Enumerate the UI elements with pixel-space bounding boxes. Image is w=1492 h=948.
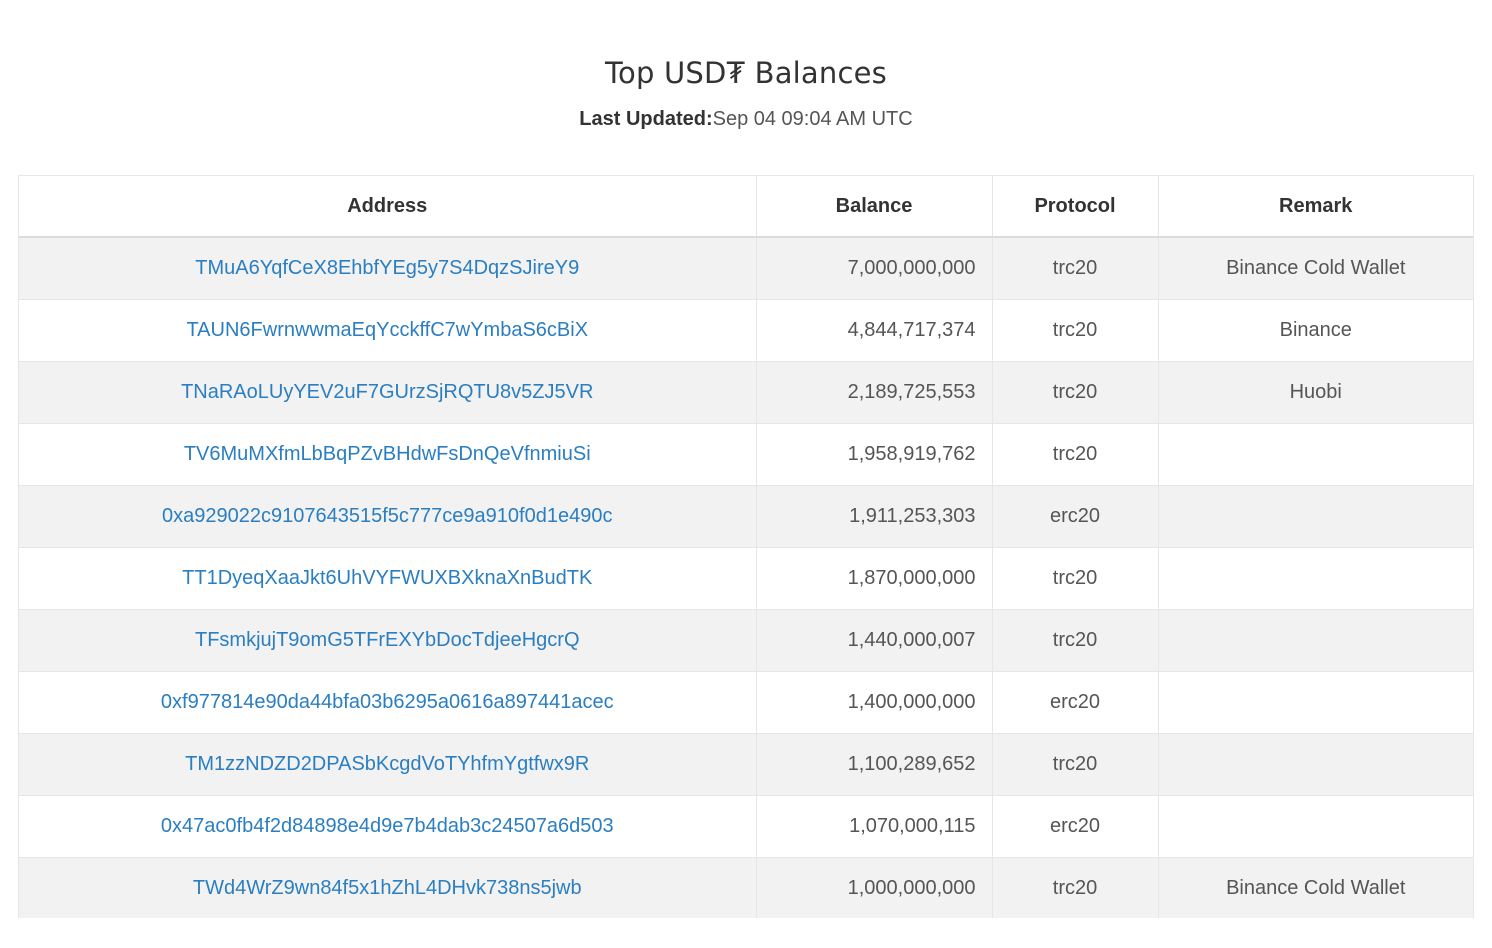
address-cell: TAUN6FwrnwwmaEqYcckffC7wYmbaS6cBiX — [19, 299, 757, 362]
balances-table: Address Balance Protocol Remark TMuA6Yqf… — [19, 176, 1473, 918]
balance-cell: 1,958,919,762 — [756, 423, 993, 486]
address-cell: TMuA6YqfCeX8EhbfYEg5y7S4DqzSJireY9 — [19, 237, 757, 300]
table-row: TM1zzNDZD2DPASbKcgdVoTYhfmYgtfwx9R 1,100… — [19, 733, 1473, 796]
table-row: TV6MuMXfmLbBqPZvBHdwFsDnQeVfnmiuSi 1,958… — [19, 423, 1473, 486]
balance-cell: 1,400,000,000 — [756, 671, 993, 734]
balance-cell: 4,844,717,374 — [756, 299, 993, 362]
balance-cell: 1,070,000,115 — [756, 795, 993, 858]
address-link[interactable]: TAUN6FwrnwwmaEqYcckffC7wYmbaS6cBiX — [186, 319, 588, 341]
address-cell: 0x47ac0fb4f2d84898e4d9e7b4dab3c24507a6d5… — [19, 795, 757, 858]
balances-table-container: Address Balance Protocol Remark TMuA6Yqf… — [18, 175, 1474, 918]
protocol-cell: erc20 — [992, 485, 1159, 548]
address-cell: TWd4WrZ9wn84f5x1hZhL4DHvk738ns5jwb — [19, 857, 757, 918]
last-updated-value: Sep 04 09:04 AM UTC — [712, 108, 913, 130]
remark-cell — [1158, 671, 1473, 734]
table-row: TNaRAoLUyYEV2uF7GUrzSjRQTU8v5ZJ5VR 2,189… — [19, 361, 1473, 424]
table-row: TT1DyeqXaaJkt6UhVYFWUXBXknaXnBudTK 1,870… — [19, 547, 1473, 610]
balance-cell: 1,000,000,000 — [756, 857, 993, 918]
protocol-cell: erc20 — [992, 795, 1159, 858]
balance-cell: 7,000,000,000 — [756, 237, 993, 300]
address-link[interactable]: TV6MuMXfmLbBqPZvBHdwFsDnQeVfnmiuSi — [184, 443, 591, 465]
address-cell: TFsmkjujT9omG5TFrEXYbDocTdjeeHgcrQ — [19, 609, 757, 672]
address-link[interactable]: 0xf977814e90da44bfa03b6295a0616a897441ac… — [161, 691, 614, 713]
table-row: TAUN6FwrnwwmaEqYcckffC7wYmbaS6cBiX 4,844… — [19, 299, 1473, 362]
address-link[interactable]: TM1zzNDZD2DPASbKcgdVoTYhfmYgtfwx9R — [185, 753, 589, 775]
balance-cell: 2,189,725,553 — [756, 361, 993, 424]
address-cell: TV6MuMXfmLbBqPZvBHdwFsDnQeVfnmiuSi — [19, 423, 757, 486]
balance-cell: 1,911,253,303 — [756, 485, 993, 548]
address-link[interactable]: 0xa929022c9107643515f5c777ce9a910f0d1e49… — [162, 505, 612, 527]
address-link[interactable]: 0x47ac0fb4f2d84898e4d9e7b4dab3c24507a6d5… — [161, 815, 614, 837]
protocol-cell: trc20 — [992, 237, 1159, 300]
protocol-cell: trc20 — [992, 733, 1159, 796]
column-header-protocol[interactable]: Protocol — [992, 176, 1159, 238]
remark-cell — [1158, 795, 1473, 858]
remark-cell: Binance Cold Wallet — [1158, 857, 1473, 918]
remark-cell — [1158, 609, 1473, 672]
protocol-cell: trc20 — [992, 299, 1159, 362]
last-updated: Last Updated:Sep 04 09:04 AM UTC — [0, 108, 1492, 131]
remark-cell — [1158, 423, 1473, 486]
column-header-remark[interactable]: Remark — [1158, 176, 1473, 238]
protocol-cell: trc20 — [992, 857, 1159, 918]
table-row: 0xa929022c9107643515f5c777ce9a910f0d1e49… — [19, 485, 1473, 548]
remark-cell — [1158, 485, 1473, 548]
page-title: Top USD₮ Balances — [605, 56, 887, 90]
balance-cell: 1,100,289,652 — [756, 733, 993, 796]
table-row: 0xf977814e90da44bfa03b6295a0616a897441ac… — [19, 671, 1473, 734]
protocol-cell: trc20 — [992, 609, 1159, 672]
table-row: TFsmkjujT9omG5TFrEXYbDocTdjeeHgcrQ 1,440… — [19, 609, 1473, 672]
address-link[interactable]: TNaRAoLUyYEV2uF7GUrzSjRQTU8v5ZJ5VR — [181, 381, 593, 403]
address-cell: TNaRAoLUyYEV2uF7GUrzSjRQTU8v5ZJ5VR — [19, 361, 757, 424]
protocol-cell: trc20 — [992, 547, 1159, 610]
column-header-address[interactable]: Address — [19, 176, 757, 238]
address-link[interactable]: TWd4WrZ9wn84f5x1hZhL4DHvk738ns5jwb — [193, 877, 582, 899]
address-link[interactable]: TFsmkjujT9omG5TFrEXYbDocTdjeeHgcrQ — [195, 629, 580, 651]
remark-cell — [1158, 547, 1473, 610]
address-link[interactable]: TMuA6YqfCeX8EhbfYEg5y7S4DqzSJireY9 — [195, 257, 579, 279]
column-header-balance[interactable]: Balance — [756, 176, 993, 238]
protocol-cell: erc20 — [992, 671, 1159, 734]
protocol-cell: trc20 — [992, 423, 1159, 486]
protocol-cell: trc20 — [992, 361, 1159, 424]
remark-cell: Binance — [1158, 299, 1473, 362]
table-row: TMuA6YqfCeX8EhbfYEg5y7S4DqzSJireY9 7,000… — [19, 237, 1473, 300]
remark-cell — [1158, 733, 1473, 796]
remark-cell: Binance Cold Wallet — [1158, 237, 1473, 300]
address-cell: TT1DyeqXaaJkt6UhVYFWUXBXknaXnBudTK — [19, 547, 757, 610]
address-link[interactable]: TT1DyeqXaaJkt6UhVYFWUXBXknaXnBudTK — [182, 567, 592, 589]
table-row: TWd4WrZ9wn84f5x1hZhL4DHvk738ns5jwb 1,000… — [19, 857, 1473, 918]
address-cell: TM1zzNDZD2DPASbKcgdVoTYhfmYgtfwx9R — [19, 733, 757, 796]
address-cell: 0xf977814e90da44bfa03b6295a0616a897441ac… — [19, 671, 757, 734]
table-header-row: Address Balance Protocol Remark — [19, 176, 1473, 238]
balance-cell: 1,440,000,007 — [756, 609, 993, 672]
address-cell: 0xa929022c9107643515f5c777ce9a910f0d1e49… — [19, 485, 757, 548]
table-row: 0x47ac0fb4f2d84898e4d9e7b4dab3c24507a6d5… — [19, 795, 1473, 858]
page: Top USD₮ Balances Last Updated:Sep 04 09… — [0, 0, 1492, 948]
last-updated-label: Last Updated: — [579, 108, 713, 130]
remark-cell: Huobi — [1158, 361, 1473, 424]
balance-cell: 1,870,000,000 — [756, 547, 993, 610]
